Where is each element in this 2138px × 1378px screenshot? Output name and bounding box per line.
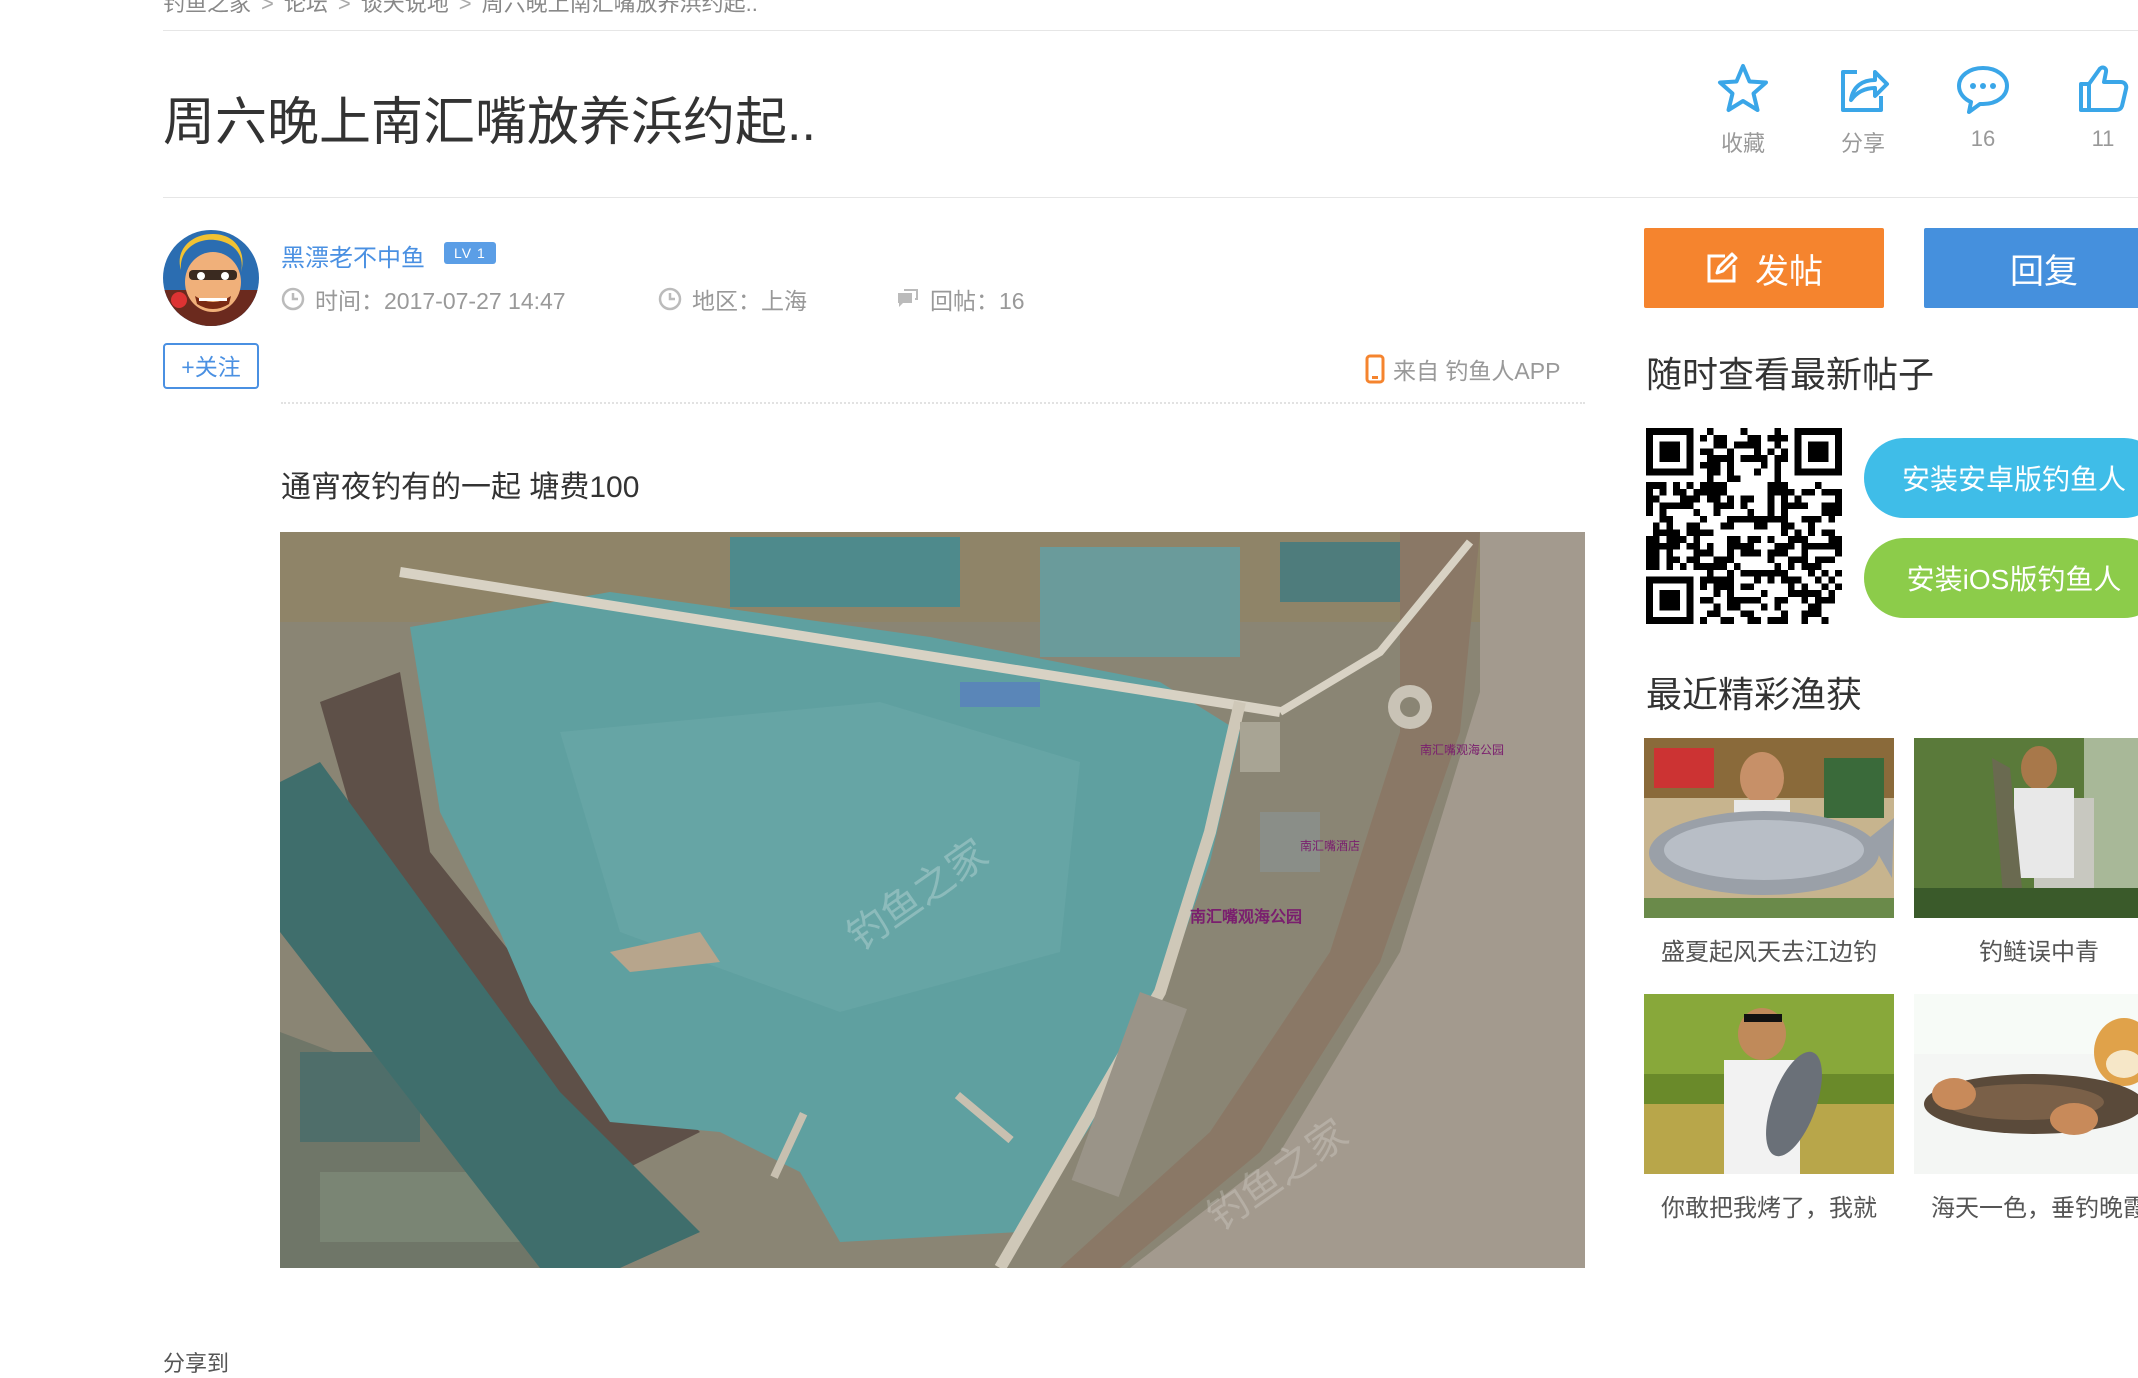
catch-card[interactable]: 盛夏起风天去江边钓	[1644, 738, 1894, 967]
share-label: 分享	[1840, 131, 1885, 156]
post-source: 来自 钓鱼人APP	[1365, 352, 1560, 386]
favorite-label: 收藏	[1720, 131, 1765, 156]
new-post-button[interactable]: 发帖	[1644, 228, 1884, 308]
catches-heading: 最近精彩渔获	[1646, 674, 1863, 715]
map-label-park: 南汇嘴观海公园	[1190, 907, 1302, 926]
breadcrumb: 钓鱼之家 > 论坛 > 谈天说地 > 周六晚上南汇嘴放养浜约起..	[163, 0, 758, 18]
post-photo[interactable]: 南汇嘴观海公园 南汇嘴观海公园 南汇嘴酒店 钓鱼之家 钓鱼之家	[280, 532, 1585, 1268]
map-label-hotel: 南汇嘴酒店	[1300, 838, 1360, 853]
catch-caption[interactable]: 你敢把我烤了，我就	[1644, 1188, 1894, 1223]
install-android-button[interactable]: 安装安卓版钓鱼人	[1864, 438, 2138, 518]
post-region: 地区：上海	[658, 282, 807, 316]
new-post-label: 发帖	[1755, 252, 1823, 291]
catch-photo[interactable]	[1644, 738, 1894, 918]
divider	[163, 197, 2138, 198]
follow-button[interactable]: +关注	[163, 343, 259, 389]
post-region-text: 地区：上海	[692, 288, 807, 314]
clock-icon	[658, 287, 682, 311]
star-icon	[1718, 64, 1768, 112]
edit-icon	[1707, 252, 1738, 283]
breadcrumb-separator: >	[337, 0, 351, 16]
catch-photo[interactable]	[1914, 738, 2138, 918]
page-title: 周六晚上南汇嘴放养浜约起..	[163, 94, 816, 152]
catch-photo[interactable]	[1644, 994, 1894, 1174]
catch-caption[interactable]: 海天一色，垂钓晚霞	[1914, 1188, 2138, 1223]
post-time-text: 时间：2017-07-27 14:47	[315, 288, 566, 314]
catch-caption[interactable]: 钓鲢误中青	[1914, 932, 2138, 967]
post-source-text: 来自 钓鱼人APP	[1393, 358, 1561, 384]
breadcrumb-separator: >	[261, 0, 274, 16]
app-heading: 随时查看最新帖子	[1646, 354, 1935, 395]
likes-count: 11	[2091, 126, 2115, 151]
install-ios-button[interactable]: 安装iOS版钓鱼人	[1864, 538, 2138, 618]
share-button[interactable]: 分享	[1820, 62, 1906, 158]
avatar[interactable]	[163, 230, 259, 326]
level-badge: LV 1	[444, 242, 496, 264]
reply-label: 回复	[2010, 252, 2078, 291]
catch-card[interactable]: 你敢把我烤了，我就	[1644, 994, 1894, 1223]
favorite-button[interactable]: 收藏	[1700, 62, 1786, 158]
breadcrumb-board[interactable]: 谈天说地	[361, 0, 449, 16]
thumbs-up-icon	[2079, 65, 2129, 112]
breadcrumb-current: 周六晚上南汇嘴放养浜约起..	[481, 0, 758, 16]
catch-caption[interactable]: 盛夏起风天去江边钓	[1644, 932, 1894, 967]
post-replies: 回帖：16	[894, 282, 1025, 316]
share-to-label: 分享到	[163, 1351, 230, 1376]
breadcrumb-home[interactable]: 钓鱼之家	[163, 0, 251, 16]
mobile-phone-icon	[1365, 354, 1385, 384]
comments-count: 16	[1970, 126, 1996, 151]
post-body: 通宵夜钓有的一起 塘费100	[281, 471, 640, 504]
divider	[163, 30, 2138, 31]
comment-bubble-icon	[1957, 66, 2009, 114]
chat-icon	[898, 289, 918, 307]
like-button[interactable]: 11	[2060, 62, 2138, 152]
catch-card[interactable]: 海天一色，垂钓晚霞	[1914, 994, 2138, 1223]
reply-button[interactable]: 回复	[1924, 228, 2138, 308]
author-name[interactable]: 黑漂老不中鱼	[281, 238, 425, 273]
qr-code	[1646, 428, 1842, 624]
breadcrumb-forum[interactable]: 论坛	[284, 0, 328, 16]
catch-card[interactable]: 钓鲢误中青	[1914, 738, 2138, 967]
map-label-park-small: 南汇嘴观海公园	[1420, 742, 1504, 757]
clock-icon	[281, 287, 305, 311]
breadcrumb-separator: >	[458, 0, 472, 16]
share-icon	[1841, 70, 1889, 112]
catch-photo[interactable]	[1914, 994, 2138, 1174]
comments-button[interactable]: 16	[1940, 62, 2026, 152]
post-time: 时间：2017-07-27 14:47	[281, 282, 566, 316]
post-replies-text: 回帖：16	[930, 288, 1025, 314]
divider	[281, 402, 1585, 404]
